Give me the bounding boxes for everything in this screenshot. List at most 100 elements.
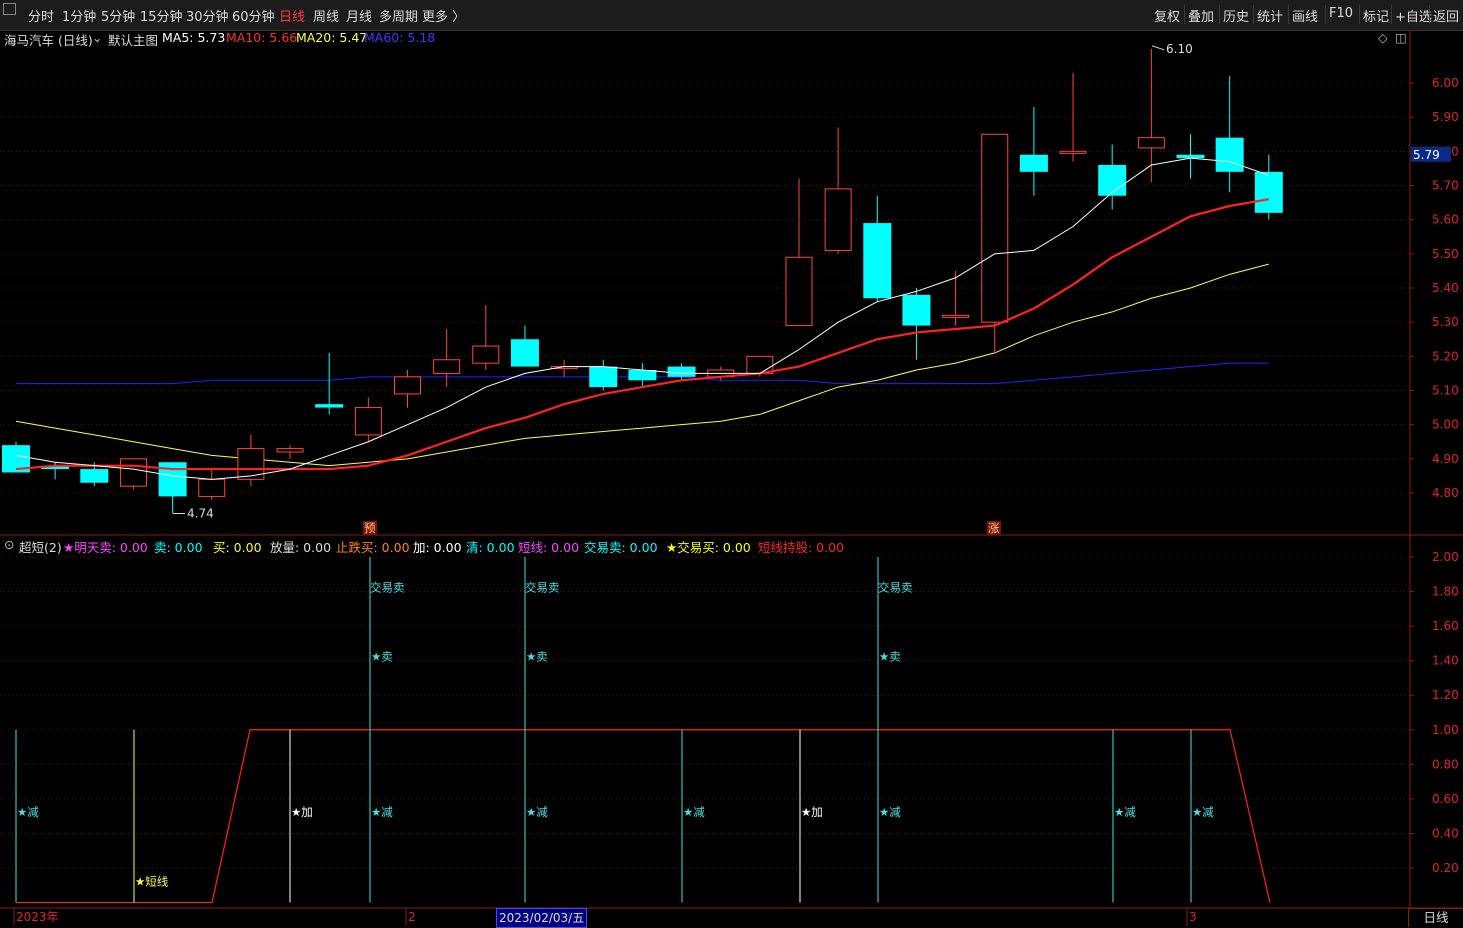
candle-body-up[interactable] <box>354 407 382 436</box>
signal-label: ★减 <box>17 805 39 819</box>
tab-period-2[interactable]: 5分钟 <box>101 6 135 25</box>
price-axis-label: 5.20 <box>1432 349 1459 363</box>
toolbar-button-5[interactable]: F10 <box>1329 6 1353 21</box>
trade-sell-label: 交易卖 <box>878 581 913 595</box>
candle-body-down[interactable] <box>628 370 657 381</box>
candle-body-up[interactable] <box>276 448 304 453</box>
candle-body-up[interactable] <box>785 256 813 327</box>
toolbar-separator <box>1391 5 1392 24</box>
indicator-axis-label: 1.60 <box>1432 619 1459 633</box>
candle-body-down[interactable] <box>80 469 109 483</box>
candle-body-up[interactable] <box>472 345 500 364</box>
tab-period-1[interactable]: 1分钟 <box>62 6 96 25</box>
low-price-label: 4.74 <box>187 507 214 521</box>
candle-body-up[interactable] <box>198 478 226 497</box>
candle-body-down[interactable] <box>863 223 892 299</box>
indicator-hold-line <box>16 729 1271 904</box>
signal-label: ★减 <box>879 805 901 819</box>
price-axis-label: 4.90 <box>1432 452 1459 466</box>
toolbar-separator <box>1253 5 1254 24</box>
candle-body-up[interactable] <box>433 359 461 374</box>
time-axis-label: 3 <box>1189 910 1197 924</box>
tab-period-5[interactable]: 60分钟 <box>232 6 275 25</box>
candle-body-down[interactable] <box>510 339 539 367</box>
price-axis-label: 5.00 <box>1432 418 1459 432</box>
toolbar-button-4[interactable]: 画线 <box>1292 6 1318 25</box>
toolbar-button-6[interactable]: 标记 <box>1363 6 1389 25</box>
price-axis-label: 5.60 <box>1432 213 1459 227</box>
price-axis-label: 4.80 <box>1432 486 1459 500</box>
signal-label: ★减 <box>683 805 705 819</box>
price-axis-label: 5.90 <box>1432 110 1459 124</box>
toolbar-button-0[interactable]: 复权 <box>1154 6 1180 25</box>
toolbar-separator <box>1359 5 1360 24</box>
candle-body-down[interactable] <box>1098 165 1127 196</box>
candle-body-down[interactable] <box>667 366 696 377</box>
candle-body-down[interactable] <box>1019 154 1048 172</box>
tab-period-8[interactable]: 月线 <box>346 6 372 25</box>
tab-period-9[interactable]: 多周期 <box>379 6 418 25</box>
toolbar-separator <box>1184 5 1185 24</box>
indicator-axis-label: 0.60 <box>1432 792 1459 806</box>
trade-sell-label: 交易卖 <box>525 581 560 595</box>
price-axis-label: 5.70 <box>1432 179 1459 193</box>
toolbar-button-2[interactable]: 历史 <box>1223 6 1249 25</box>
chart-area[interactable]: 6.005.905.805.705.605.505.405.305.205.10… <box>0 30 1463 927</box>
tab-period-4[interactable]: 30分钟 <box>186 6 229 25</box>
time-axis-label: 2 <box>408 910 416 924</box>
restore-icon[interactable] <box>3 3 16 15</box>
toolbar-button-7[interactable]: +自选 <box>1395 6 1432 25</box>
signal-label: ★加 <box>801 805 823 819</box>
signal-label: ★减 <box>526 805 548 819</box>
tab-period-0[interactable]: 分时 <box>28 6 54 25</box>
candle-body-up[interactable] <box>824 188 852 251</box>
candle-body-up[interactable] <box>394 376 421 395</box>
toolbar-button-8[interactable]: 返回 <box>1433 6 1459 25</box>
ma5-line <box>15 157 1269 480</box>
candle-body-up[interactable] <box>1137 137 1165 149</box>
toolbar-button-3[interactable]: 统计 <box>1257 6 1283 25</box>
toolbar: 分时 1分钟 5分钟 15分钟 30分钟 60分钟 日线 周线 月线 多周期 更多 〉 复权 叠加 历史… <box>0 0 1463 31</box>
sell-signal-label: ★卖 <box>526 650 548 664</box>
candle-body-down[interactable] <box>589 366 618 388</box>
signal-label: ★减 <box>371 805 393 819</box>
ma10-line <box>15 198 1269 471</box>
high-arrow <box>1151 45 1165 51</box>
tab-period-10[interactable]: 更多 〉 <box>422 6 465 25</box>
sell-signal-label: ★卖 <box>371 650 393 664</box>
candle-body-down[interactable] <box>1254 171 1283 213</box>
last-price-value: 5.79 <box>1413 148 1440 162</box>
candle-body-down[interactable] <box>1176 154 1205 159</box>
period-label[interactable]: 日线 <box>1408 908 1463 927</box>
sell-signal-label: ★卖 <box>879 650 901 664</box>
indicator-axis-label: 0.20 <box>1432 861 1459 875</box>
candle-body-up[interactable] <box>981 133 1009 323</box>
signal-label: ★加 <box>291 805 313 819</box>
candle-body-down[interactable] <box>1215 137 1244 172</box>
high-price-label: 6.10 <box>1166 42 1193 56</box>
indicator-axis-label: 0.40 <box>1432 826 1459 840</box>
marker-label: 预 <box>364 521 376 535</box>
candle-body-up[interactable] <box>1059 150 1087 154</box>
time-axis-label: 2023年 <box>16 910 59 924</box>
candle-body-down[interactable] <box>315 404 344 408</box>
tab-period-3[interactable]: 15分钟 <box>140 6 183 25</box>
indicator-axis-label: 0.80 <box>1432 757 1459 771</box>
toolbar-separator <box>1288 5 1289 24</box>
toolbar-button-1[interactable]: 叠加 <box>1188 6 1214 25</box>
toolbar-separator <box>1429 5 1430 24</box>
signal-label: ★减 <box>1192 805 1214 819</box>
indicator-axis-label: 2.00 <box>1432 550 1459 564</box>
candle-body-up[interactable] <box>942 314 970 318</box>
tab-period-6[interactable]: 日线 <box>279 6 305 25</box>
price-axis-label: 5.30 <box>1432 315 1459 329</box>
trade-sell-label: 交易卖 <box>370 581 405 595</box>
toolbar-separator <box>1219 5 1220 24</box>
indicator-axis-label: 1.80 <box>1432 585 1459 599</box>
candle-body-down[interactable] <box>902 294 931 326</box>
price-axis-label: 5.40 <box>1432 281 1459 295</box>
candle-body-up[interactable] <box>119 458 147 487</box>
tab-period-7[interactable]: 周线 <box>313 6 339 25</box>
signal-label: ★短线 <box>135 874 169 888</box>
price-axis-label: 5.10 <box>1432 384 1459 398</box>
